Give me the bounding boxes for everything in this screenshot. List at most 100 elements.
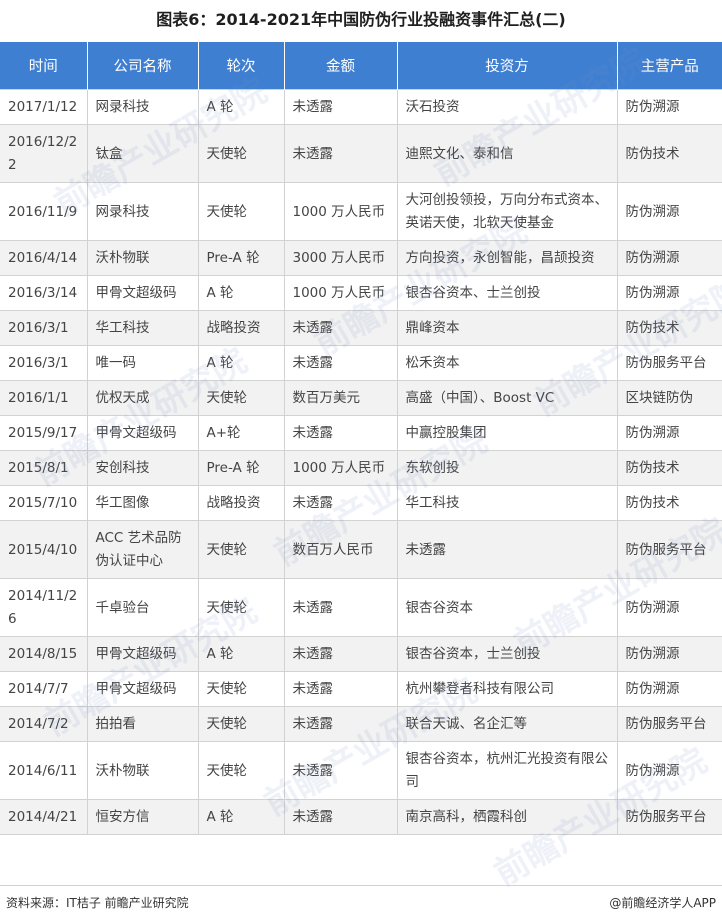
cell-time: 2016/3/1 (0, 310, 88, 346)
cell-amount: 1000 万人民币 (283, 275, 398, 311)
cell-time: 2016/11/9 (0, 182, 88, 241)
cell-company: 甲骨文超级码 (86, 636, 199, 672)
cell-amount: 数百万人民币 (283, 520, 398, 579)
table-row: 2015/9/17 甲骨文超级码 A+轮 未透露 中赢控股集团 防伪溯源 (0, 415, 722, 451)
cell-amount: 未透露 (283, 799, 398, 835)
cell-amount: 1000 万人民币 (283, 450, 398, 486)
cell-company: 恒安方信 (86, 799, 199, 835)
cell-product: 防伪服务平台 (616, 345, 722, 381)
cell-round: A 轮 (197, 345, 285, 381)
cell-company: 钛盒 (86, 124, 199, 183)
cell-amount: 未透露 (283, 89, 398, 125)
cell-amount: 未透露 (283, 485, 398, 521)
cell-product: 防伪溯源 (616, 636, 722, 672)
cell-round: 天使轮 (197, 671, 285, 707)
cell-amount: 未透露 (283, 415, 398, 451)
cell-investor: 迪熙文化、泰和信 (396, 124, 618, 183)
cell-amount: 未透露 (283, 124, 398, 183)
table-row: 2015/7/10 华工图像 战略投资 未透露 华工科技 防伪技术 (0, 485, 722, 521)
cell-round: 天使轮 (197, 706, 285, 742)
cell-product: 防伪服务平台 (616, 520, 722, 579)
cell-company: 千卓验台 (86, 578, 199, 637)
cell-company: 沃朴物联 (86, 741, 199, 800)
cell-round: A 轮 (197, 636, 285, 672)
cell-company: 拍拍看 (86, 706, 199, 742)
cell-investor: 华工科技 (396, 485, 618, 521)
header-investor: 投资方 (397, 42, 618, 90)
cell-time: 2015/8/1 (0, 450, 88, 486)
header-time: 时间 (0, 42, 88, 90)
cell-round: 天使轮 (197, 380, 285, 416)
header-amount: 金额 (284, 42, 398, 90)
cell-round: A 轮 (197, 799, 285, 835)
cell-time: 2014/11/26 (0, 578, 88, 637)
cell-amount: 未透露 (283, 636, 398, 672)
cell-company: 网录科技 (86, 182, 199, 241)
table-row: 2014/6/11 沃朴物联 天使轮 未透露 银杏谷资本，杭州汇光投资有限公司 防伪溯源 (0, 741, 722, 800)
cell-time: 2014/7/2 (0, 706, 88, 742)
cell-amount: 未透露 (283, 671, 398, 707)
cell-time: 2014/6/11 (0, 741, 88, 800)
cell-investor: 高盛（中国）、Boost VC (396, 380, 618, 416)
cell-company: 甲骨文超级码 (86, 275, 199, 311)
cell-amount: 未透露 (283, 578, 398, 637)
cell-round: Pre-A 轮 (197, 450, 285, 486)
cell-round: 天使轮 (197, 741, 285, 800)
cell-company: 网录科技 (86, 89, 199, 125)
investment-events-table: 时间 公司名称 轮次 金额 投资方 主营产品 2017/1/12 网录科技 A 轮未… (0, 42, 722, 835)
cell-time: 2014/4/21 (0, 799, 88, 835)
cell-product: 防伪溯源 (616, 578, 722, 637)
table-row: 2016/3/1 华工科技 战略投资 未透露 鼎峰资本 防伪技术 (0, 310, 722, 346)
cell-time: 2016/12/22 (0, 124, 88, 183)
cell-product: 防伪溯源 (616, 182, 722, 241)
cell-time: 2016/3/1 (0, 345, 88, 381)
cell-company: 甲骨文超级码 (86, 415, 199, 451)
cell-investor: 沃石投资 (396, 89, 618, 125)
table-row: 2014/8/15 甲骨文超级码 A 轮未透露 银杏谷资本，士兰创投 防伪溯源 (0, 636, 722, 672)
table-row: 2016/1/1 优权天成 天使轮 数百万美元 高盛（中国）、Boost VC 区块链防伪 (0, 380, 722, 416)
cell-company: 优权天成 (86, 380, 199, 416)
header-product: 主营产品 (617, 42, 722, 90)
cell-investor: 未透露 (396, 520, 618, 579)
table-row: 2014/7/2 拍拍看 天使轮 未透露 联合天诚、名企汇等 防伪服务平台 (0, 706, 722, 742)
table-row: 2016/12/22 钛盒 天使轮 未透露 迪熙文化、泰和信 防伪技术 (0, 124, 722, 183)
cell-round: 天使轮 (197, 578, 285, 637)
cell-amount: 未透露 (283, 706, 398, 742)
cell-company: ACC 艺术品防伪认证中心 (86, 520, 199, 579)
cell-product: 防伪溯源 (616, 240, 722, 276)
cell-product: 防伪溯源 (616, 671, 722, 707)
table-row: 2014/7/7 甲骨文超级码 天使轮 未透露 杭州攀登者科技有限公司 防伪溯源 (0, 671, 722, 707)
cell-investor: 东软创投 (396, 450, 618, 486)
cell-product: 防伪服务平台 (616, 706, 722, 742)
table-row: 2014/4/21 恒安方信 A 轮未透露 南京高科，栖霞科创 防伪服务平台 (0, 799, 722, 835)
table-header-row: 时间 公司名称 轮次 金额 投资方 主营产品 (0, 42, 722, 90)
cell-product: 防伪溯源 (616, 415, 722, 451)
cell-amount: 3000 万人民币 (283, 240, 398, 276)
cell-product: 防伪溯源 (616, 741, 722, 800)
cell-amount: 未透露 (283, 310, 398, 346)
cell-investor: 大河创投领投，万向分布式资本、英诺天使，北软天使基金 (396, 182, 618, 241)
cell-company: 沃朴物联 (86, 240, 199, 276)
cell-investor: 银杏谷资本 (396, 578, 618, 637)
cell-product: 防伪技术 (616, 450, 722, 486)
cell-investor: 银杏谷资本，杭州汇光投资有限公司 (396, 741, 618, 800)
cell-round: 战略投资 (197, 310, 285, 346)
cell-time: 2014/7/7 (0, 671, 88, 707)
cell-time: 2015/4/10 (0, 520, 88, 579)
cell-product: 防伪技术 (616, 124, 722, 183)
cell-investor: 联合天诚、名企汇等 (396, 706, 618, 742)
cell-round: 天使轮 (197, 520, 285, 579)
cell-time: 2014/8/15 (0, 636, 88, 672)
cell-time: 2017/1/12 (0, 89, 88, 125)
table-row: 2015/8/1 安创科技 Pre-A 轮 1000 万人民币 东软创投 防伪技术 (0, 450, 722, 486)
table-row: 2016/11/9 网录科技 天使轮 1000 万人民币 大河创投领投，万向分布式资本、… (0, 182, 722, 241)
cell-company: 安创科技 (86, 450, 199, 486)
cell-round: 战略投资 (197, 485, 285, 521)
cell-amount: 未透露 (283, 741, 398, 800)
cell-investor: 中赢控股集团 (396, 415, 618, 451)
cell-round: 天使轮 (197, 124, 285, 183)
cell-time: 2016/3/14 (0, 275, 88, 311)
cell-round: 天使轮 (197, 182, 285, 241)
cell-company: 唯一码 (86, 345, 199, 381)
cell-company: 甲骨文超级码 (86, 671, 199, 707)
